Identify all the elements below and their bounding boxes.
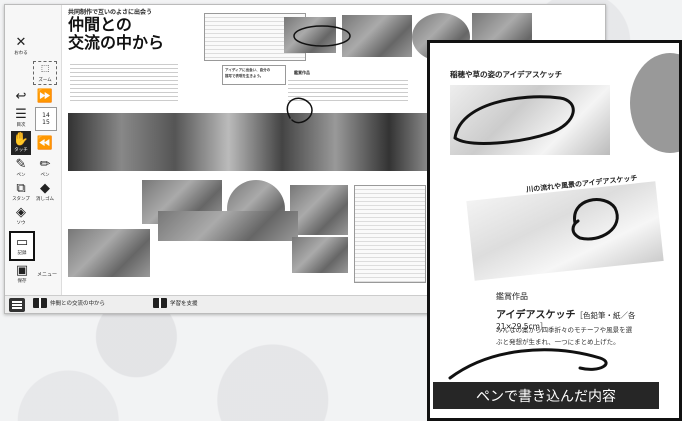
close-icon: ✕ xyxy=(15,35,27,50)
marker-tool-button[interactable]: ✏ ペン xyxy=(35,157,55,179)
layer-tool-button[interactable]: ◈ ソウ xyxy=(11,205,31,227)
frame-tool-button[interactable]: ⬚ ズーム xyxy=(33,61,57,85)
undo-icon: ↩ xyxy=(15,88,27,104)
pen-tool-button[interactable]: ✎ ペン xyxy=(11,157,31,179)
sunflower-photo xyxy=(290,185,348,235)
page-number-box[interactable]: 14 15 xyxy=(35,107,57,131)
close-button[interactable]: ✕ おわる xyxy=(9,35,33,57)
sketch-photo-2 xyxy=(342,15,412,57)
hamburger-menu-button[interactable] xyxy=(9,298,25,312)
strip-photo xyxy=(158,211,298,241)
undo-button[interactable]: ↩ xyxy=(11,87,31,105)
pen-stroke-1 xyxy=(453,95,575,145)
animation-column xyxy=(354,185,426,283)
bookmark-link-2[interactable]: 学習を支援 xyxy=(153,298,198,308)
title-block: 共同制作で互いのよさに出会う 仲間との 交流の中から xyxy=(68,7,198,52)
book-icon xyxy=(33,298,47,308)
monitor-icon: ▣ xyxy=(15,263,29,278)
pen-icon: ✎ xyxy=(15,157,27,172)
overlay-caption: ペンで書き込んだ内容 xyxy=(433,382,659,409)
record-tool-button[interactable]: ▭ 記録 xyxy=(9,231,35,261)
window-icon: ▭ xyxy=(15,235,29,250)
section-label: 鑑賞作品 xyxy=(294,70,310,75)
prev-page-button[interactable]: ⏪ xyxy=(35,133,55,153)
eraser-icon: ◆ xyxy=(40,181,50,196)
tool-sidebar: ✕ おわる ⬚ ズーム ↩ ⏩ ☰ 目次 14 15 ✋ タッチ ⏪ ✎ ペン … xyxy=(5,5,62,313)
pen-stroke-2 xyxy=(571,198,619,241)
sketch-photo-1 xyxy=(284,17,336,53)
page-title-line1: 仲間との xyxy=(68,15,132,34)
marker-icon: ✏ xyxy=(39,157,51,172)
pen-stroke-3 xyxy=(448,348,608,380)
book-icon xyxy=(153,298,167,308)
pen-annotations xyxy=(448,95,619,380)
fast-forward-icon: ⏩ xyxy=(36,88,54,104)
list-icon: ☰ xyxy=(15,107,27,122)
students-photo xyxy=(292,237,348,273)
frame-icon: ⬚ xyxy=(40,64,50,74)
layers-icon: ◈ xyxy=(16,205,26,220)
menu-label: メニュー xyxy=(36,272,57,278)
hand-icon: ✋ xyxy=(12,132,30,147)
bookmark-link-1[interactable]: 仲間との交流の中から xyxy=(33,298,105,308)
touch-tool-button[interactable]: ✋ タッチ xyxy=(11,131,31,155)
rewind-icon: ⏪ xyxy=(36,135,54,151)
stamp-icon: ⧉ xyxy=(16,181,26,196)
forward-button[interactable]: ⏩ xyxy=(35,87,55,105)
page-title-line2: 交流の中から xyxy=(68,33,165,52)
stamp-tool-button[interactable]: ⧉ スタンプ xyxy=(11,181,31,203)
zoom-overlay: 稲穂や草の姿のアイデアスケッチ 川の流れや風景のアイデアスケッチ 鑑賞作品 アイ… xyxy=(427,40,682,421)
toc-button[interactable]: ☰ 目次 xyxy=(11,107,31,129)
classroom-photo xyxy=(68,229,150,277)
intro-paragraph xyxy=(70,61,178,101)
save-tool-button[interactable]: ▣ 保存 xyxy=(11,263,33,285)
sketch-description xyxy=(288,77,408,101)
callout-box: アイディアに出会い、自分の 描写で表現を生きよう。 xyxy=(222,65,286,85)
eraser-tool-button[interactable]: ◆ 消しゴム xyxy=(35,181,55,203)
